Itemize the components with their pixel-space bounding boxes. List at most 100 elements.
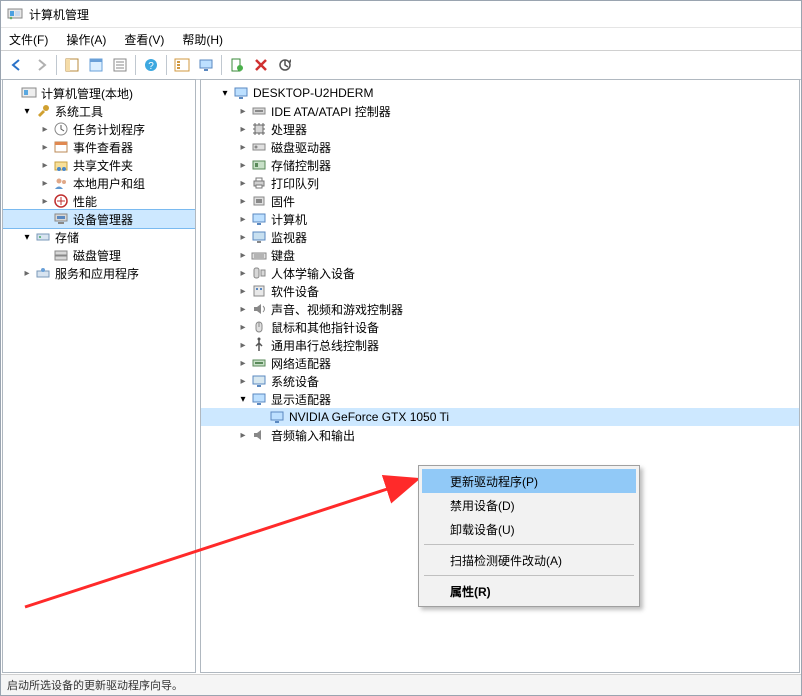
dev-monitors[interactable]: ▸ 监视器 — [201, 228, 799, 246]
chevron-right-icon[interactable]: ▸ — [237, 430, 249, 441]
chevron-down-icon[interactable]: ▾ — [237, 394, 249, 405]
tree-label: 服务和应用程序 — [55, 265, 139, 282]
view-list-button[interactable] — [109, 54, 131, 76]
chevron-right-icon[interactable]: ▸ — [237, 178, 249, 189]
uninstall-button[interactable] — [250, 54, 272, 76]
dev-hid[interactable]: ▸人体学输入设备 — [201, 264, 799, 282]
ctx-properties[interactable]: 属性(R) — [422, 579, 636, 603]
ctx-disable-device[interactable]: 禁用设备(D) — [422, 493, 636, 517]
dev-label: 监视器 — [271, 229, 307, 246]
dev-network[interactable]: ▸ 网络适配器 — [201, 354, 799, 372]
chevron-right-icon[interactable]: ▸ — [237, 286, 249, 297]
chevron-right-icon[interactable]: ▸ — [39, 160, 51, 171]
chevron-right-icon[interactable]: ▸ — [237, 358, 249, 369]
computer-mgmt-icon — [21, 85, 37, 101]
computer-management-window: 计算机管理 文件(F) 操作(A) 查看(V) 帮助(H) ? — [0, 0, 802, 696]
tree-storage[interactable]: ▾ 存储 — [3, 228, 195, 246]
tree-disk-management[interactable]: 磁盘管理 — [3, 246, 195, 264]
tree-label: 本地用户和组 — [73, 175, 145, 192]
chevron-down-icon[interactable]: ▾ — [219, 88, 231, 99]
chevron-right-icon[interactable]: ▸ — [237, 124, 249, 135]
dev-label: 固件 — [271, 193, 295, 210]
dev-firmware[interactable]: ▸ 固件 — [201, 192, 799, 210]
tree-device-manager[interactable]: 设备管理器 — [3, 210, 195, 228]
dev-label: 显示适配器 — [271, 391, 331, 408]
toolbar-separator — [166, 55, 167, 75]
update-driver-button[interactable] — [274, 54, 296, 76]
tree-local-users[interactable]: ▸ 本地用户和组 — [3, 174, 195, 192]
monitor-icon — [251, 229, 267, 245]
dev-root[interactable]: ▾ DESKTOP-U2HDERM — [201, 84, 799, 102]
tree-label: 设备管理器 — [73, 211, 133, 228]
chevron-right-icon[interactable]: ▸ — [39, 124, 51, 135]
tree-performance[interactable]: ▸ 性能 — [3, 192, 195, 210]
hid-icon — [251, 265, 267, 281]
back-button[interactable] — [6, 54, 28, 76]
forward-button[interactable] — [30, 54, 52, 76]
chevron-right-icon[interactable]: ▸ — [237, 268, 249, 279]
properties-button[interactable] — [85, 54, 107, 76]
menu-help[interactable]: 帮助(H) — [182, 31, 223, 48]
dev-mouse[interactable]: ▸鼠标和其他指针设备 — [201, 318, 799, 336]
dev-storage-ctrl[interactable]: ▸存储控制器 — [201, 156, 799, 174]
statusbar: 启动所选设备的更新驱动程序向导。 — [1, 674, 801, 695]
ctx-label: 更新驱动程序(P) — [450, 473, 538, 490]
chevron-right-icon[interactable]: ▸ — [237, 376, 249, 387]
dev-usb[interactable]: ▸通用串行总线控制器 — [201, 336, 799, 354]
scan-hardware-button[interactable] — [226, 54, 248, 76]
ctx-uninstall-device[interactable]: 卸载设备(U) — [422, 517, 636, 541]
dev-software[interactable]: ▸软件设备 — [201, 282, 799, 300]
chevron-right-icon[interactable]: ▸ — [237, 106, 249, 117]
ctx-update-driver[interactable]: 更新驱动程序(P) — [422, 469, 636, 493]
device-monitor-button[interactable] — [195, 54, 217, 76]
dev-label: 磁盘驱动器 — [271, 139, 331, 156]
chevron-right-icon[interactable]: ▸ — [21, 268, 33, 279]
tree-shared-folders[interactable]: ▸ 共享文件夹 — [3, 156, 195, 174]
chevron-right-icon[interactable]: ▸ — [39, 196, 51, 207]
dev-cpu[interactable]: ▸处理器 — [201, 120, 799, 138]
menu-view[interactable]: 查看(V) — [124, 31, 164, 48]
toolbar-separator — [221, 55, 222, 75]
tree-root[interactable]: 计算机管理(本地) — [3, 84, 195, 102]
firmware-icon — [251, 193, 267, 209]
dev-gpu[interactable]: NVIDIA GeForce GTX 1050 Ti — [201, 408, 799, 426]
chevron-right-icon[interactable]: ▸ — [237, 250, 249, 261]
tools-icon — [35, 103, 51, 119]
chevron-right-icon[interactable]: ▸ — [237, 196, 249, 207]
help-button[interactable]: ? — [140, 54, 162, 76]
tree-event-viewer[interactable]: ▸ 事件查看器 — [3, 138, 195, 156]
ctx-scan-hardware[interactable]: 扫描检测硬件改动(A) — [422, 548, 636, 572]
dev-ide[interactable]: ▸IDE ATA/ATAPI 控制器 — [201, 102, 799, 120]
chevron-down-icon[interactable]: ▾ — [21, 106, 33, 117]
menu-action[interactable]: 操作(A) — [66, 31, 106, 48]
dev-label: 网络适配器 — [271, 355, 331, 372]
show-hide-tree-button[interactable] — [61, 54, 83, 76]
tree-services-apps[interactable]: ▸ 服务和应用程序 — [3, 264, 195, 282]
dev-audio-io[interactable]: ▸音频输入和输出 — [201, 426, 799, 444]
chevron-right-icon[interactable]: ▸ — [39, 142, 51, 153]
dev-print-queue[interactable]: ▸打印队列 — [201, 174, 799, 192]
tree-task-scheduler[interactable]: ▸ 任务计划程序 — [3, 120, 195, 138]
pc2-icon — [251, 211, 267, 227]
chevron-right-icon[interactable]: ▸ — [237, 340, 249, 351]
chevron-right-icon[interactable]: ▸ — [237, 160, 249, 171]
tree-system-tools[interactable]: ▾ 系统工具 — [3, 102, 195, 120]
chevron-right-icon[interactable]: ▸ — [237, 322, 249, 333]
chevron-right-icon[interactable]: ▸ — [237, 142, 249, 153]
dev-keyboards[interactable]: ▸键盘 — [201, 246, 799, 264]
device-tree-button[interactable] — [171, 54, 193, 76]
menu-file[interactable]: 文件(F) — [9, 31, 48, 48]
chevron-right-icon[interactable]: ▸ — [39, 178, 51, 189]
dev-display-adapters[interactable]: ▾ 显示适配器 — [201, 390, 799, 408]
dev-computers[interactable]: ▸计算机 — [201, 210, 799, 228]
dev-disk-drives[interactable]: ▸ 磁盘驱动器 — [201, 138, 799, 156]
toolbar-separator — [135, 55, 136, 75]
dev-sound[interactable]: ▸声音、视频和游戏控制器 — [201, 300, 799, 318]
chevron-right-icon[interactable]: ▸ — [237, 232, 249, 243]
dev-system[interactable]: ▸系统设备 — [201, 372, 799, 390]
console-tree-pane[interactable]: 计算机管理(本地) ▾ 系统工具 ▸ 任务计划程序 ▸ 事件查看器 — [2, 79, 196, 673]
chevron-down-icon[interactable]: ▾ — [21, 232, 33, 243]
chevron-right-icon[interactable]: ▸ — [237, 214, 249, 225]
perf-icon — [53, 193, 69, 209]
chevron-right-icon[interactable]: ▸ — [237, 304, 249, 315]
